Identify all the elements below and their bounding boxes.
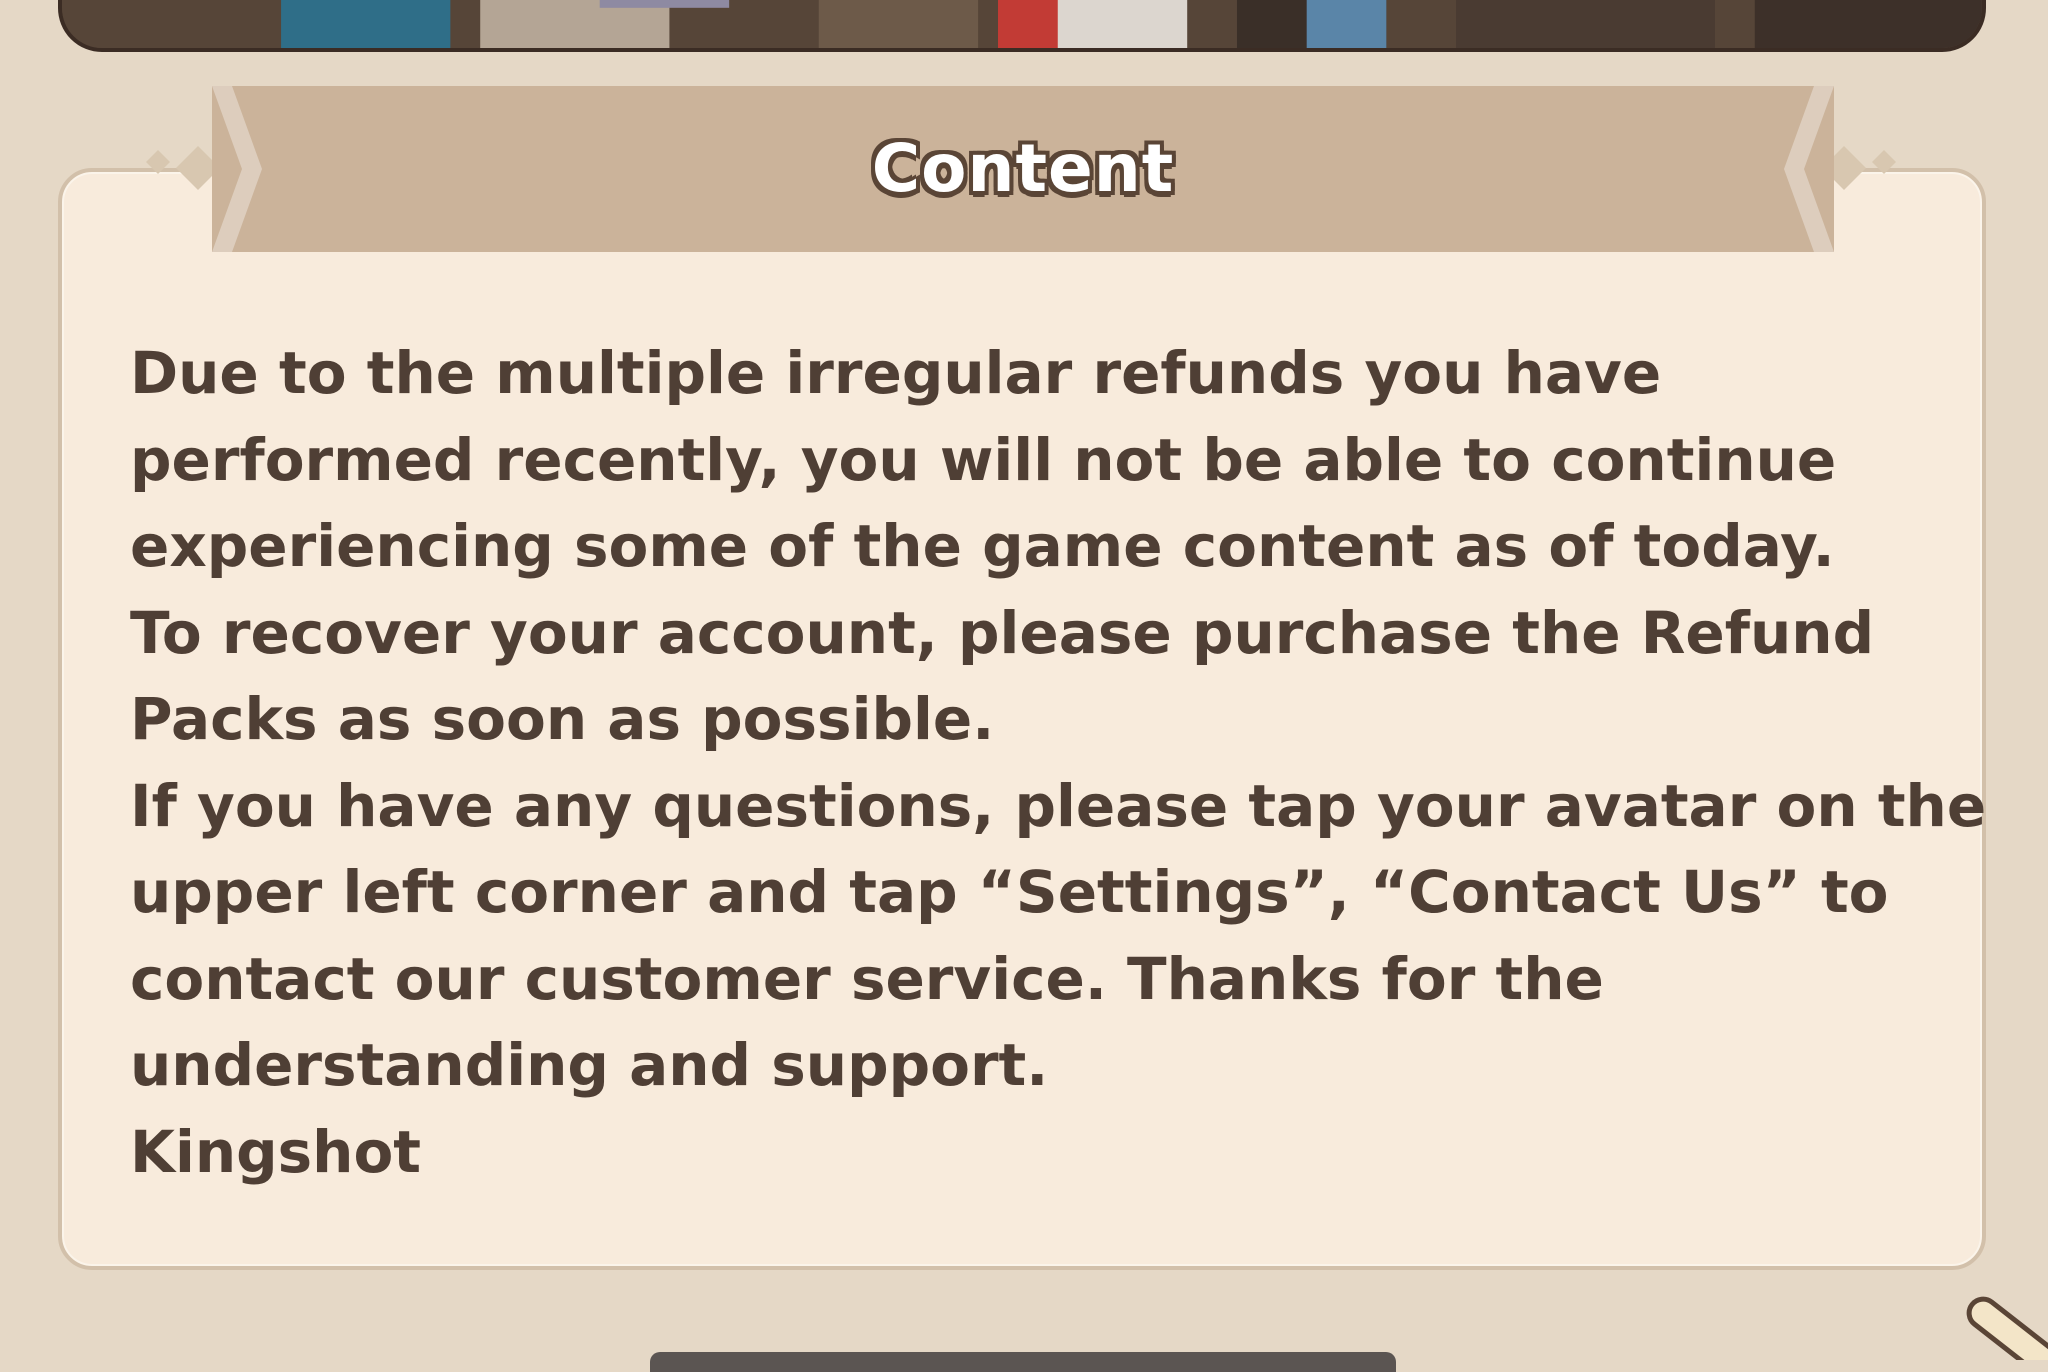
message-signature: Kingshot <box>130 1117 422 1186</box>
message-line: To recover your account, please purchase… <box>130 598 1875 667</box>
top-banner-art <box>58 0 1986 52</box>
message-line: performed recently, you will not be able… <box>130 425 1837 494</box>
banner-art-image <box>62 0 1982 48</box>
scroll-handle-icon[interactable] <box>1928 1260 2048 1360</box>
message-line: understanding and support. <box>130 1031 1049 1099</box>
message-line: experiencing some of the game content as… <box>130 512 1835 580</box>
dialog-title: Content <box>871 130 1175 207</box>
bottom-button-edge[interactable] <box>650 1352 1396 1372</box>
message-line: If you have any questions, please tap yo… <box>130 771 1987 840</box>
message-line: Packs as soon as possible. <box>130 685 995 753</box>
message-line: Due to the multiple irregular refunds yo… <box>130 339 1662 407</box>
message-line: contact our customer service. Thanks for… <box>130 944 1604 1013</box>
message-line: upper left corner and tap “Settings”, “C… <box>130 858 1889 926</box>
dialog-message: Due to the multiple irregular refunds yo… <box>130 330 1987 1195</box>
